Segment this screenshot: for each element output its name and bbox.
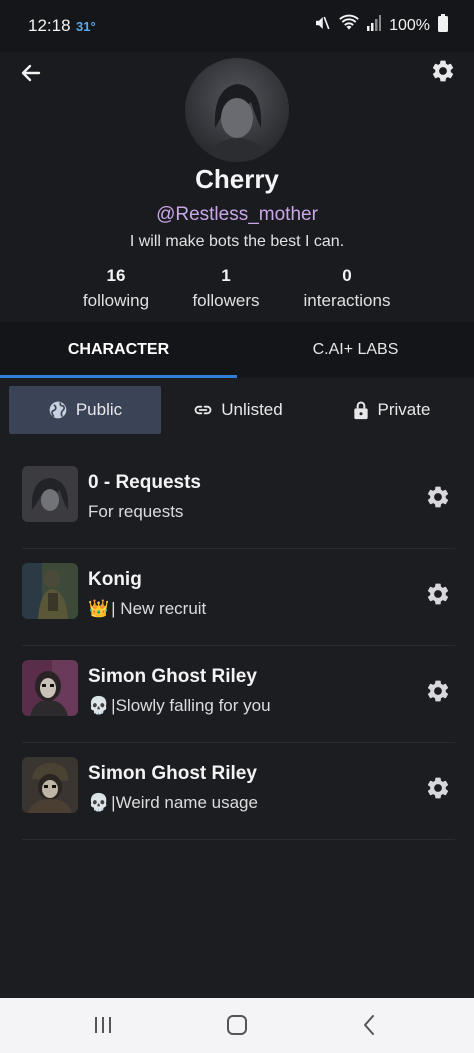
stat-followers[interactable]: 1 followers (184, 266, 268, 311)
stat-following[interactable]: 16 following (76, 266, 156, 311)
signal-icon (367, 15, 382, 36)
link-icon (194, 405, 212, 415)
gear-icon (427, 583, 449, 605)
stat-label: interactions (303, 291, 391, 310)
tagline-text: |Slowly falling for you (111, 696, 271, 715)
character-tagline: 💀 |Slowly falling for you (88, 696, 271, 716)
profile-handle[interactable]: @Restless_mother (0, 204, 474, 226)
character-tagline: 👑 | New recruit (88, 599, 206, 619)
skull-icon: 💀 (88, 696, 110, 715)
character-name: Simon Ghost Riley (88, 666, 257, 687)
home-icon (227, 1015, 247, 1035)
filter-unlisted[interactable]: Unlisted (164, 386, 312, 434)
status-time: 12:18 (28, 16, 71, 35)
profile-header: Cherry @Restless_mother I will make bots… (0, 52, 474, 322)
profile-bio: I will make bots the best I can. (129, 233, 345, 250)
tagline-text: For requests (88, 502, 184, 521)
character-name: Simon Ghost Riley (88, 763, 257, 784)
profile-avatar[interactable] (185, 58, 289, 162)
list-item[interactable]: 0 - Requests For requests (22, 452, 455, 549)
gear-icon (427, 777, 449, 799)
stat-label: following (82, 291, 150, 310)
character-name: Konig (88, 569, 142, 590)
character-avatar (22, 757, 78, 813)
gear-icon (432, 60, 454, 82)
tab-cai-labs[interactable]: C.AI+ LABS (237, 322, 474, 378)
character-settings-button[interactable] (423, 773, 453, 803)
wifi-icon (339, 14, 359, 37)
status-icons: 100% (313, 14, 448, 37)
home-button[interactable] (222, 1012, 252, 1038)
character-avatar (22, 466, 78, 522)
stat-value: 0 (342, 266, 352, 285)
status-temperature: 31° (76, 19, 96, 34)
system-navigation-bar (0, 998, 474, 1053)
mute-icon (313, 14, 331, 37)
lock-icon (353, 401, 368, 420)
back-nav-button[interactable] (354, 1012, 384, 1038)
character-settings-button[interactable] (423, 676, 453, 706)
character-list: 0 - Requests For requests Konig 👑 | New … (22, 452, 455, 840)
character-avatar (22, 563, 78, 619)
character-avatar (22, 660, 78, 716)
profile-tabs: CHARACTER C.AI+ LABS (0, 322, 474, 378)
filter-label: Unlisted (221, 400, 283, 419)
stat-value: 1 (221, 266, 231, 285)
crown-icon: 👑 (88, 599, 110, 618)
list-item[interactable]: Simon Ghost Riley 💀 |Slowly falling for … (22, 646, 455, 743)
filter-label: Private (377, 400, 431, 419)
profile-name: Cherry (195, 164, 279, 194)
chevron-left-icon (364, 1015, 374, 1035)
filter-private[interactable]: Private (316, 386, 466, 434)
globe-icon (49, 401, 67, 419)
character-settings-button[interactable] (423, 579, 453, 609)
skull-icon: 💀 (88, 793, 110, 812)
stat-label: followers (192, 291, 260, 310)
stat-interactions: 0 interactions (296, 266, 398, 311)
active-tab-indicator (0, 375, 237, 378)
status-bar: 12:18 31° 100% (0, 0, 474, 52)
gear-icon (427, 486, 449, 508)
character-settings-button[interactable] (423, 482, 453, 512)
tab-character[interactable]: CHARACTER (0, 322, 237, 378)
arrow-left-icon (21, 64, 41, 82)
back-button[interactable] (16, 58, 46, 88)
visibility-filters: Public Unlisted Private (0, 386, 474, 436)
stat-value: 16 (106, 266, 126, 285)
battery-percentage: 100% (389, 16, 430, 34)
character-tagline: For requests (88, 502, 183, 522)
gear-icon (427, 680, 449, 702)
recent-apps-button[interactable] (88, 1012, 118, 1038)
list-item[interactable]: Simon Ghost Riley 💀 |Weird name usage (22, 743, 455, 840)
recent-apps-icon (95, 1017, 111, 1033)
character-tagline: 💀 |Weird name usage (88, 793, 258, 813)
tagline-text: | New recruit (111, 599, 207, 618)
battery-icon (438, 14, 448, 37)
list-item[interactable]: Konig 👑 | New recruit (22, 549, 455, 646)
tagline-text: |Weird name usage (111, 793, 258, 812)
filter-public[interactable]: Public (9, 386, 161, 434)
character-name: 0 - Requests (88, 472, 201, 493)
profile-settings-button[interactable] (428, 56, 458, 86)
filter-label: Public (75, 400, 123, 419)
